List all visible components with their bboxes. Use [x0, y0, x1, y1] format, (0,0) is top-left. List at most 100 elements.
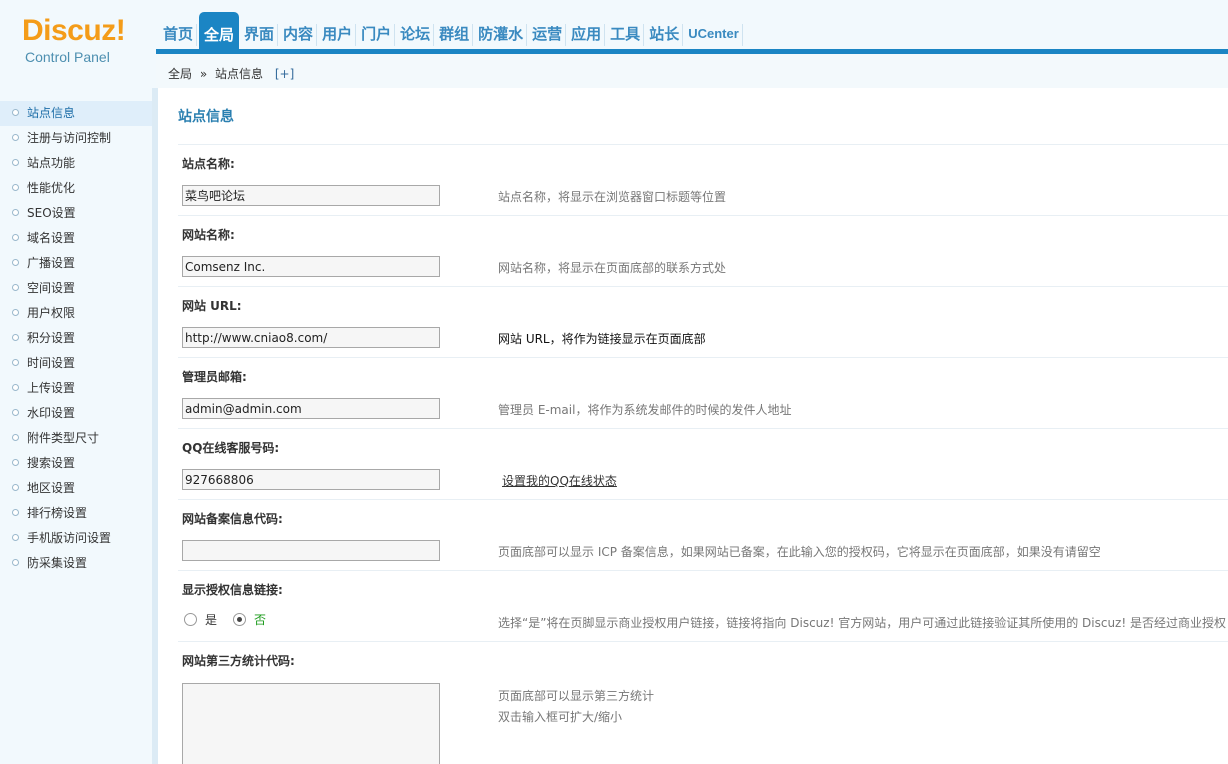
license-yes-label[interactable]: 是: [205, 611, 217, 628]
stat-code-textarea[interactable]: [182, 683, 440, 764]
nav-item-8[interactable]: 防灌水: [475, 24, 528, 46]
qq-label: QQ在线客服号码:: [182, 441, 280, 455]
sidebar-item-label: 用户权限: [27, 306, 76, 320]
license-no-label[interactable]: 否: [254, 611, 266, 628]
setting-url: 网站 URL: 网站 URL，将作为链接显示在页面底部: [178, 286, 1228, 358]
sidebar-item-12[interactable]: 水印设置: [0, 401, 152, 426]
nav-item-11[interactable]: 工具: [607, 24, 645, 46]
webname-label: 网站名称:: [182, 228, 235, 242]
sidebar-item-1[interactable]: 注册与访问控制: [0, 126, 152, 151]
sidebar-item-13[interactable]: 附件类型尺寸: [0, 426, 152, 451]
sidebar-item-14[interactable]: 搜索设置: [0, 451, 152, 476]
sidebar-item-label: 空间设置: [27, 281, 76, 295]
sidebar-item-5[interactable]: 域名设置: [0, 226, 152, 251]
bullet-icon: [12, 159, 19, 166]
icp-input[interactable]: [182, 540, 440, 561]
stat-tip: 页面底部可以显示第三方统计 双击输入框可扩大/缩小: [498, 686, 654, 728]
bullet-icon: [12, 509, 19, 516]
nav-item-6[interactable]: 论坛: [397, 24, 435, 46]
license-tip: 选择“是”将在页脚显示商业授权用户链接，链接将指向 Discuz! 官方网站，用…: [498, 616, 1226, 630]
bullet-icon: [12, 284, 19, 291]
sidebar-item-9[interactable]: 积分设置: [0, 326, 152, 351]
email-input[interactable]: [182, 398, 440, 419]
sidebar-item-8[interactable]: 用户权限: [0, 301, 152, 326]
sidebar-item-label: 性能优化: [27, 181, 76, 195]
bullet-icon: [12, 134, 19, 141]
nav-item-5[interactable]: 门户: [358, 24, 396, 46]
setting-qq: QQ在线客服号码: 设置我的QQ在线状态: [178, 428, 1228, 500]
sitename-label: 站点名称:: [182, 157, 235, 171]
sidebar-item-label: 广播设置: [27, 256, 76, 270]
bullet-icon: [12, 434, 19, 441]
nav-item-2[interactable]: 界面: [241, 24, 279, 46]
webname-tip: 网站名称，将显示在页面底部的联系方式处: [498, 261, 727, 275]
stat-tip-line-2: 双击输入框可扩大/缩小: [498, 710, 623, 724]
qq-status-link[interactable]: 设置我的QQ在线状态: [502, 472, 617, 489]
sidebar-item-label: 手机版访问设置: [27, 531, 112, 545]
sidebar-item-3[interactable]: 性能优化: [0, 176, 152, 201]
breadcrumb-page: 站点信息: [215, 67, 264, 81]
nav-item-13[interactable]: UCenter: [685, 24, 743, 46]
stat-tip-line-1: 页面底部可以显示第三方统计: [498, 689, 655, 703]
sitename-tip: 站点名称，将显示在浏览器窗口标题等位置: [498, 190, 727, 204]
logo: Discuz! Control Panel: [0, 0, 156, 88]
sidebar-item-label: 上传设置: [27, 381, 76, 395]
nav-item-4[interactable]: 用户: [319, 24, 357, 46]
bullet-icon: [12, 334, 19, 341]
sidebar-item-label: 积分设置: [27, 331, 76, 345]
sidebar-item-7[interactable]: 空间设置: [0, 276, 152, 301]
sidebar-item-2[interactable]: 站点功能: [0, 151, 152, 176]
bullet-icon: [12, 384, 19, 391]
sidebar-item-label: 防采集设置: [27, 556, 88, 570]
sidebar-item-label: 排行榜设置: [27, 506, 88, 520]
nav-item-10[interactable]: 应用: [568, 24, 606, 46]
sidebar-item-17[interactable]: 手机版访问设置: [0, 526, 152, 551]
sidebar-item-0[interactable]: 站点信息: [0, 101, 152, 126]
setting-email: 管理员邮箱: 管理员 E-mail，将作为系统发邮件的时候的发件人地址: [178, 357, 1228, 429]
license-yes-radio[interactable]: [184, 613, 197, 626]
nav-item-7[interactable]: 群组: [436, 24, 474, 46]
bullet-icon: [12, 484, 19, 491]
sidebar-item-label: 域名设置: [27, 231, 76, 245]
sidebar-item-15[interactable]: 地区设置: [0, 476, 152, 501]
nav-item-0[interactable]: 首页: [160, 24, 198, 46]
breadcrumb-section[interactable]: 全局: [168, 67, 192, 81]
bullet-icon: [12, 234, 19, 241]
qq-input[interactable]: [182, 469, 440, 490]
sidebar-item-label: SEO设置: [27, 206, 76, 220]
nav-item-12[interactable]: 站长: [646, 24, 684, 46]
sidebar-item-label: 附件类型尺寸: [27, 431, 100, 445]
setting-license: 显示授权信息链接: 是 否 选择“是”将在页脚显示商业授权用户链接，链接将指向 …: [178, 570, 1228, 642]
url-input[interactable]: [182, 327, 440, 348]
sidebar-item-label: 搜索设置: [27, 456, 76, 470]
bullet-icon: [12, 109, 19, 116]
email-tip: 管理员 E-mail，将作为系统发邮件的时候的发件人地址: [498, 403, 792, 417]
icp-tip: 页面底部可以显示 ICP 备案信息，如果网站已备案，在此输入您的授权码，它将显示…: [498, 545, 1101, 559]
nav-item-3[interactable]: 内容: [280, 24, 318, 46]
breadcrumb-separator: »: [199, 67, 208, 81]
email-label: 管理员邮箱:: [182, 370, 247, 384]
sidebar-item-11[interactable]: 上传设置: [0, 376, 152, 401]
sidebar-item-4[interactable]: SEO设置: [0, 201, 152, 226]
sidebar-item-label: 时间设置: [27, 356, 76, 370]
logo-wordmark: Discuz!: [22, 14, 126, 47]
sidebar-item-16[interactable]: 排行榜设置: [0, 501, 152, 526]
sidebar-item-6[interactable]: 广播设置: [0, 251, 152, 276]
nav-item-9[interactable]: 运营: [529, 24, 567, 46]
sidebar-item-10[interactable]: 时间设置: [0, 351, 152, 376]
sidebar-item-18[interactable]: 防采集设置: [0, 551, 152, 576]
add-shortcut-button[interactable]: [+]: [275, 67, 294, 81]
setting-webname: 网站名称: 网站名称，将显示在页面底部的联系方式处: [178, 215, 1228, 287]
bullet-icon: [12, 184, 19, 191]
webname-input[interactable]: [182, 256, 440, 277]
license-no-radio[interactable]: [233, 613, 247, 626]
sidebar-item-label: 站点信息: [27, 106, 76, 120]
bullet-icon: [12, 209, 19, 216]
sidebar: 站点信息注册与访问控制 站点功能性能优化 SEO设置域名设置广播设置空间设置用户权限…: [0, 88, 158, 764]
setting-sitename: 站点名称: 站点名称，将显示在浏览器窗口标题等位置: [178, 144, 1228, 216]
nav-item-1[interactable]: 全局: [199, 12, 240, 50]
setting-icp: 网站备案信息代码: 页面底部可以显示 ICP 备案信息，如果网站已备案，在此输入…: [178, 499, 1228, 571]
bullet-icon: [12, 359, 19, 366]
setting-stat: 网站第三方统计代码: 页面底部可以显示第三方统计 双击输入框可扩大/缩小: [178, 641, 1228, 764]
sitename-input[interactable]: [182, 185, 440, 206]
